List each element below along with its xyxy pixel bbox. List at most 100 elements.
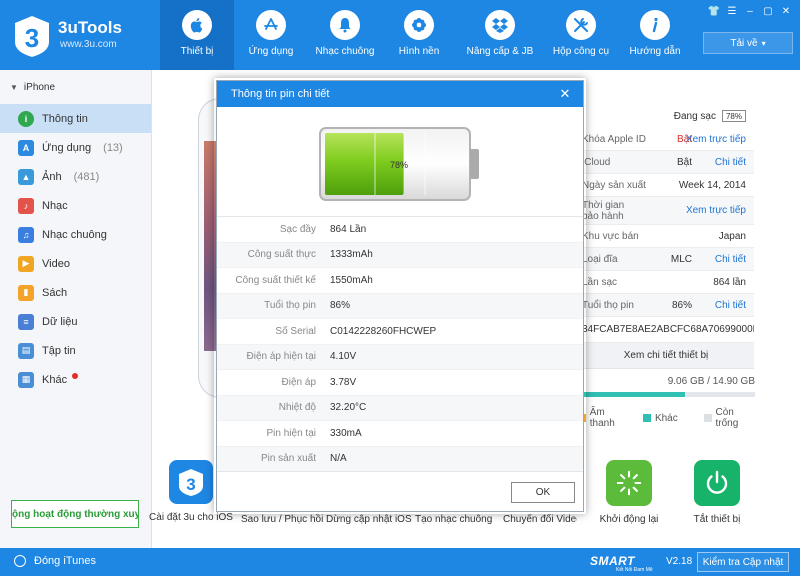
device-name: iPhone xyxy=(23,81,56,93)
info-row: iCloud Bật Chi tiết xyxy=(578,151,754,174)
ok-button[interactable]: OK xyxy=(511,482,575,503)
legend-label: Khác xyxy=(654,412,678,424)
menu-icon[interactable]: ☰ xyxy=(724,4,740,18)
sidebar-item-8[interactable]: ▤ Tập tin xyxy=(0,336,151,365)
nav-nang-cap-jb[interactable]: Nâng cấp & JB xyxy=(456,0,544,70)
battery-row-value: 3.78V xyxy=(330,376,357,388)
info-link[interactable]: Xem trực tiếp xyxy=(686,205,746,216)
info-row: Khu vực bán Japan xyxy=(578,225,754,248)
nav-thiet-bi[interactable]: Thiết bị xyxy=(160,0,234,70)
tool-stop-ios-update[interactable]: Dừng cập nhật iOS xyxy=(326,514,412,525)
info-label: iCloud xyxy=(582,156,611,168)
battery-percent: 78% xyxy=(390,160,408,170)
legend-label: Còn trống xyxy=(715,407,739,429)
view-device-details-button[interactable]: Xem chi tiết thiết bị xyxy=(578,343,754,369)
battery-row-value: 4.10V xyxy=(330,351,357,363)
legend-swatch xyxy=(643,414,651,422)
close-icon[interactable]: ✕ xyxy=(557,86,573,102)
restart-icon xyxy=(606,460,652,506)
main-nav: Thiết bị Ứng dụng Nhạc chuông Hình nền N… xyxy=(160,0,692,70)
skin-icon[interactable]: 👕 xyxy=(706,4,722,18)
battery-row-label: Điện áp hiện tại xyxy=(246,351,317,363)
battery-detail-list: Sạc đầy 864 Lần Công suất thực 1333mAh Công … xyxy=(217,217,583,472)
legend-label: Âm thanh xyxy=(589,407,615,429)
grid-icon: ▦ xyxy=(18,371,34,388)
dialog-title: Thông tin pin chi tiết xyxy=(231,88,330,100)
tool-backup-restore[interactable]: Sao lưu / Phục hồi xyxy=(241,514,323,525)
status-box: ộng hoạt động thường xuyê xyxy=(11,500,139,528)
tools-icon xyxy=(566,10,596,40)
tool-make-ringtone[interactable]: Tạo nhạc chuông xyxy=(415,514,492,525)
tool-restart[interactable]: Khởi động lại xyxy=(599,460,659,525)
device-header[interactable]: ▼ iPhone xyxy=(0,70,151,104)
storage-bar xyxy=(581,392,755,397)
check-update-button[interactable]: Kiểm tra Cập nhật xyxy=(697,552,789,572)
info-label: Loại đĩa xyxy=(582,253,618,265)
top-bar: 3 3uTools www.3u.com Thiết bị Ứng dụng N… xyxy=(0,0,800,70)
window-controls: 👕 ☰ – ▢ ✕ xyxy=(706,4,794,18)
battery-row-label: Tuổi thọ pin xyxy=(264,300,316,312)
nav-hinh-nen[interactable]: Hình nền xyxy=(382,0,456,70)
itunes-label: Đóng iTunes xyxy=(34,555,96,567)
tool-convert-video[interactable]: Chuyển đổi Video xyxy=(503,514,577,525)
battery-row: Công suất thiết kế 1550mAh xyxy=(217,268,583,294)
svg-text:3: 3 xyxy=(186,475,195,494)
info-icon xyxy=(640,10,670,40)
version-label: V2.18 xyxy=(666,556,693,567)
book-icon: ▮ xyxy=(18,284,34,301)
sidebar-item-label: Tập tin xyxy=(42,344,76,357)
sidebar-item-label: Video xyxy=(42,257,70,270)
battery-row: Tuổi thọ pin 86% xyxy=(217,293,583,319)
battery-row-value: 32.20°C xyxy=(330,402,367,414)
sidebar-item-4[interactable]: ♫ Nhạc chuông xyxy=(0,220,151,249)
battery-row-value: 864 Lần xyxy=(330,223,367,235)
maximize-icon[interactable]: ▢ xyxy=(760,4,776,18)
tool-label: Tắt thiết bị xyxy=(693,514,741,525)
tool-power-off[interactable]: Tắt thiết bị xyxy=(687,460,747,525)
close-itunes-button[interactable]: Đóng iTunes xyxy=(14,555,96,567)
nav-huong-dan[interactable]: Hướng dẫn xyxy=(618,0,692,70)
battery-row: Điện áp 3.78V xyxy=(217,370,583,396)
nav-nhac-chuong[interactable]: Nhạc chuông xyxy=(308,0,382,70)
sidebar-item-label: Sách xyxy=(42,286,68,299)
battery-row-label: Công suất thực xyxy=(247,249,316,261)
sidebar-item-0[interactable]: i Thông tin xyxy=(0,104,151,133)
close-icon[interactable]: ✕ xyxy=(778,4,794,18)
info-link[interactable]: Chi tiết xyxy=(715,157,746,168)
nav-ung-dung[interactable]: Ứng dụng xyxy=(234,0,308,70)
battery-row: Pin hiện tại 330mA xyxy=(217,421,583,447)
nav-label: Hộp công cụ xyxy=(552,46,610,57)
sidebar-item-label: Dữ liệu xyxy=(42,315,78,328)
info-link[interactable]: Chi tiết xyxy=(715,254,746,265)
minimize-icon[interactable]: – xyxy=(742,4,758,18)
storage-text: 9.06 GB / 14.90 GB xyxy=(667,376,755,387)
info-label: Tuổi thọ pin xyxy=(582,299,634,311)
info-value: Japan xyxy=(718,230,746,242)
info-label: Khóa Apple ID xyxy=(582,133,646,145)
dialog-footer: OK xyxy=(217,471,583,511)
charging-badge: 78% xyxy=(721,110,746,122)
status-text: ộng hoạt động thường xuyê xyxy=(12,508,139,520)
sidebar-item-6[interactable]: ▮ Sách xyxy=(0,278,151,307)
app-icon: A xyxy=(18,139,34,156)
dialog-titlebar: Thông tin pin chi tiết ✕ xyxy=(217,81,583,107)
device-info-table: Đang sạc 78% Khóa Apple ID Bật Xem trực ti… xyxy=(578,104,754,369)
info-link[interactable]: Chi tiết xyxy=(715,300,746,311)
charging-row: Đang sạc 78% xyxy=(578,104,754,128)
info-row: Lần sạc 864 lần xyxy=(578,271,754,294)
battery-row-label: Điện áp xyxy=(281,376,316,388)
sidebar-item-3[interactable]: ♪ Nhạc xyxy=(0,191,151,220)
battery-row-value: 330mA xyxy=(330,427,362,439)
sidebar-item-5[interactable]: ▶ Video xyxy=(0,249,151,278)
sidebar-item-1[interactable]: A Ứng dụng (13) xyxy=(0,133,151,162)
sidebar-item-2[interactable]: ▲ Ảnh (481) xyxy=(0,162,151,191)
download-button[interactable]: Tải về ▾ xyxy=(703,32,793,54)
sidebar-item-7[interactable]: ≡ Dữ liệu xyxy=(0,307,151,336)
sidebar-item-label: Ảnh xyxy=(42,170,62,183)
sidebar-item-9[interactable]: ▦ Khác xyxy=(0,365,151,394)
caret-down-icon: ▼ xyxy=(10,82,18,92)
storage-legend: Âm thanh Khác Còn trống xyxy=(578,407,758,429)
dropbox-icon xyxy=(485,10,515,40)
nav-hop-cong-cu[interactable]: Hộp công cụ xyxy=(544,0,618,70)
info-link[interactable]: Xem trực tiếp xyxy=(686,134,746,145)
